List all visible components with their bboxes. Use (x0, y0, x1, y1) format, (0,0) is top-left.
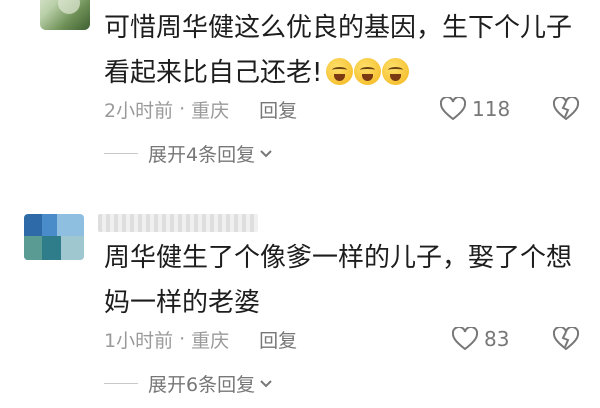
comment-meta: 1小时前 · 重庆 回复 (104, 324, 297, 354)
expand-replies-label: 展开6条回复 (148, 373, 256, 396)
reply-button[interactable]: 回复 (259, 96, 297, 123)
expand-replies-button[interactable]: 展开4条回复 (104, 138, 273, 168)
timestamp: 2小时前 (104, 99, 174, 122)
chevron-down-icon (259, 372, 273, 394)
chevron-down-icon (259, 142, 273, 164)
location: 重庆 (191, 99, 230, 122)
timestamp: 1小时前 (104, 329, 174, 352)
comment-text-line: 可惜周华健这么优良的基因，生下个儿子 (104, 13, 573, 43)
like-button[interactable]: 118 (440, 94, 510, 124)
broken-heart-icon[interactable] (553, 94, 579, 124)
divider-line (104, 152, 138, 154)
comment-text: 周华健生了个像爹一样的儿子，娶了个想 妈一样的老婆 (104, 236, 574, 326)
crying-laughing-emoji-icon (326, 58, 354, 85)
separator: · (179, 328, 186, 350)
avatar[interactable] (24, 214, 84, 260)
like-count: 83 (484, 327, 510, 351)
comment-meta: 2小时前 · 重庆 回复 (104, 94, 297, 124)
location: 重庆 (191, 329, 230, 352)
expand-replies-label: 展开4条回复 (148, 143, 256, 166)
reply-button[interactable]: 回复 (259, 326, 297, 353)
heart-icon (440, 97, 466, 121)
username-blurred (98, 214, 258, 232)
expand-replies-button[interactable]: 展开6条回复 (104, 368, 273, 398)
comment-text-line: 看起来比自己还老! (104, 58, 323, 88)
comment-text-line: 周华健生了个像爹一样的儿子，娶了个想 (104, 243, 573, 273)
separator: · (179, 98, 186, 120)
emoji-group (326, 58, 410, 85)
divider-line (104, 382, 138, 384)
heart-icon (452, 327, 478, 351)
comment-item: 周华健生了个像爹一样的儿子，娶了个想 妈一样的老婆 1小时前 · 重庆 回复 8… (0, 200, 600, 408)
avatar[interactable] (40, 0, 90, 30)
comment-text-line: 妈一样的老婆 (104, 288, 261, 318)
like-count: 118 (472, 97, 511, 121)
comment-text: 可惜周华健这么优良的基因，生下个儿子 看起来比自己还老! (104, 6, 574, 96)
crying-emoji-icon (354, 58, 382, 85)
broken-heart-icon[interactable] (553, 324, 579, 354)
crying-emoji-icon (382, 58, 410, 85)
comment-item: 可惜周华健这么优良的基因，生下个儿子 看起来比自己还老! 2小时前 · 重庆 回… (0, 0, 600, 190)
like-button[interactable]: 83 (452, 324, 509, 354)
